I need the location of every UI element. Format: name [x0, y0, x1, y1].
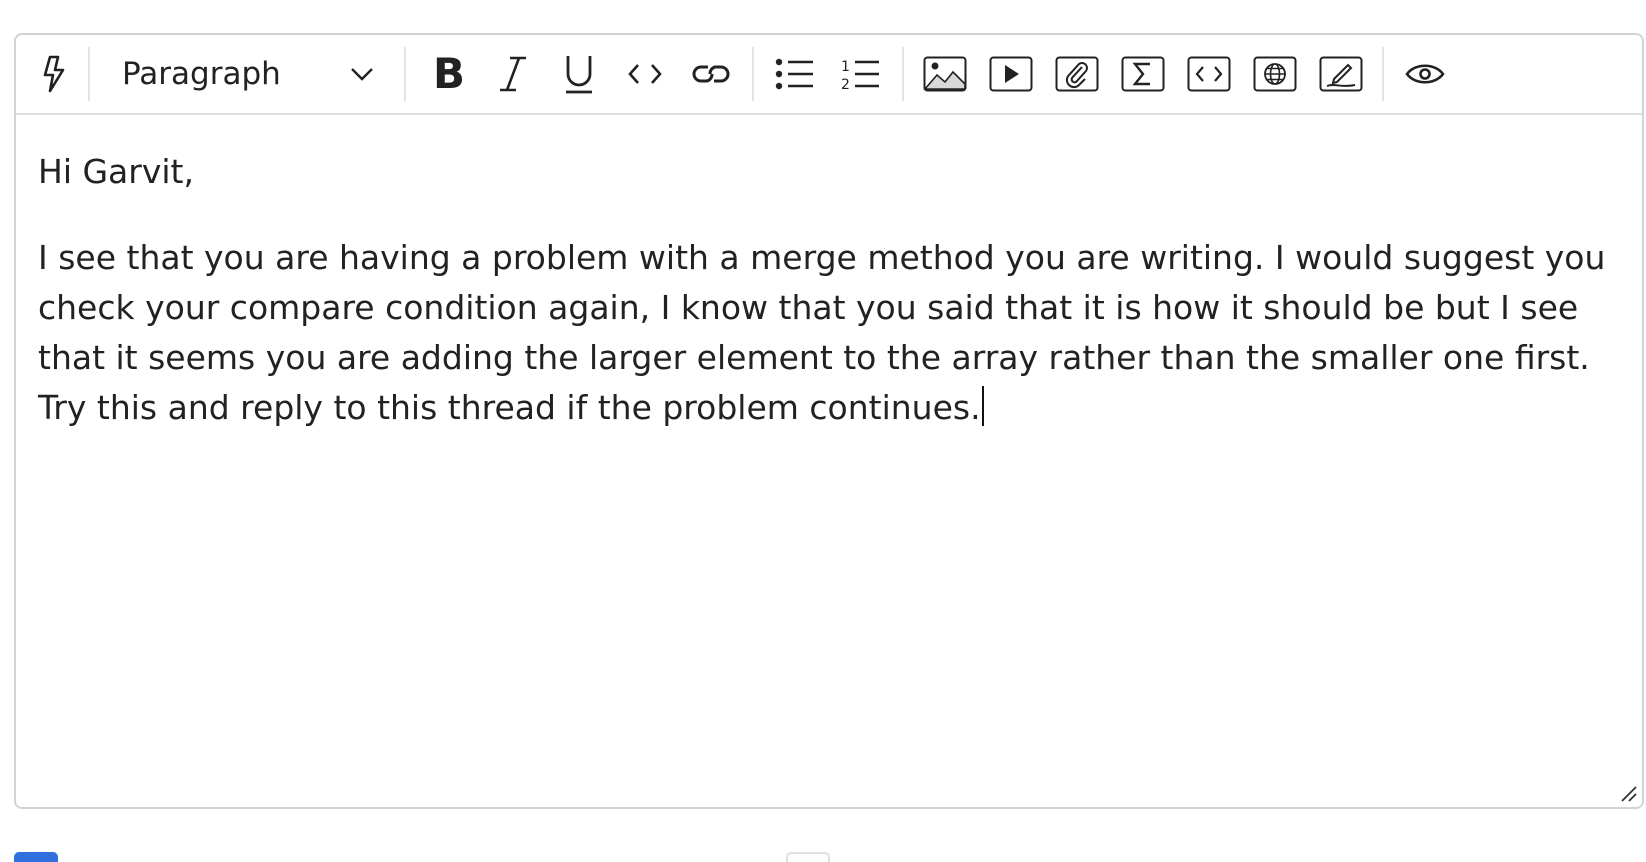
link-icon — [692, 65, 730, 83]
toolbar-separator — [404, 47, 406, 101]
svg-text:2: 2 — [841, 77, 850, 91]
numbered-list-button[interactable]: 1 2 — [828, 46, 894, 102]
lightning-icon — [43, 55, 65, 93]
attachment-button[interactable] — [1044, 46, 1110, 102]
web-embed-button[interactable] — [1242, 46, 1308, 102]
math-equation-icon — [1121, 56, 1165, 92]
italic-button[interactable] — [480, 46, 546, 102]
inline-code-button[interactable] — [612, 46, 678, 102]
lightning-button[interactable] — [28, 46, 80, 102]
secondary-button[interactable] — [786, 852, 830, 862]
block-format-label: Paragraph — [122, 56, 281, 92]
html-embed-icon — [1187, 56, 1231, 92]
bullet-list-icon — [775, 58, 813, 90]
signature-button[interactable] — [1308, 46, 1374, 102]
inline-code-icon — [628, 64, 662, 84]
bullet-list-button[interactable] — [762, 46, 828, 102]
resize-handle-icon[interactable] — [1618, 783, 1638, 803]
text-cursor — [981, 386, 984, 426]
preview-icon — [1405, 64, 1445, 84]
italic-icon — [500, 56, 526, 92]
svg-text:1: 1 — [841, 59, 850, 75]
video-button[interactable] — [978, 46, 1044, 102]
html-embed-button[interactable] — [1176, 46, 1242, 102]
video-icon — [989, 56, 1033, 92]
math-equation-button[interactable] — [1110, 46, 1176, 102]
underline-button[interactable] — [546, 46, 612, 102]
block-format-select[interactable]: Paragraph — [98, 46, 396, 102]
rich-text-editor: Paragraph B 1 2 Hi Garvit, I see that yo… — [14, 33, 1644, 809]
submit-button[interactable] — [14, 852, 58, 862]
web-embed-icon — [1253, 56, 1297, 92]
body-text: I see that you are having a problem with… — [38, 238, 1606, 427]
image-button[interactable] — [912, 46, 978, 102]
preview-button[interactable] — [1392, 46, 1458, 102]
editor-content-area[interactable]: Hi Garvit, I see that you are having a p… — [16, 115, 1642, 433]
toolbar-separator — [752, 47, 754, 101]
toolbar-separator — [88, 47, 90, 101]
greeting-text: Hi Garvit, — [38, 152, 194, 191]
bold-icon: B — [433, 54, 463, 94]
attachment-icon — [1055, 56, 1099, 92]
signature-icon — [1319, 56, 1363, 92]
toolbar-separator — [902, 47, 904, 101]
underline-icon — [566, 56, 592, 94]
toolbar-separator — [1382, 47, 1384, 101]
image-icon — [923, 56, 967, 92]
greeting-paragraph: Hi Garvit, — [38, 147, 1608, 197]
numbered-list-icon: 1 2 — [841, 59, 879, 91]
chevron-down-icon — [351, 68, 373, 81]
editor-toolbar: Paragraph B 1 2 — [16, 35, 1642, 115]
svg-text:B: B — [433, 54, 463, 94]
body-paragraph: I see that you are having a problem with… — [38, 233, 1608, 433]
bold-button[interactable]: B — [414, 46, 480, 102]
link-button[interactable] — [678, 46, 744, 102]
